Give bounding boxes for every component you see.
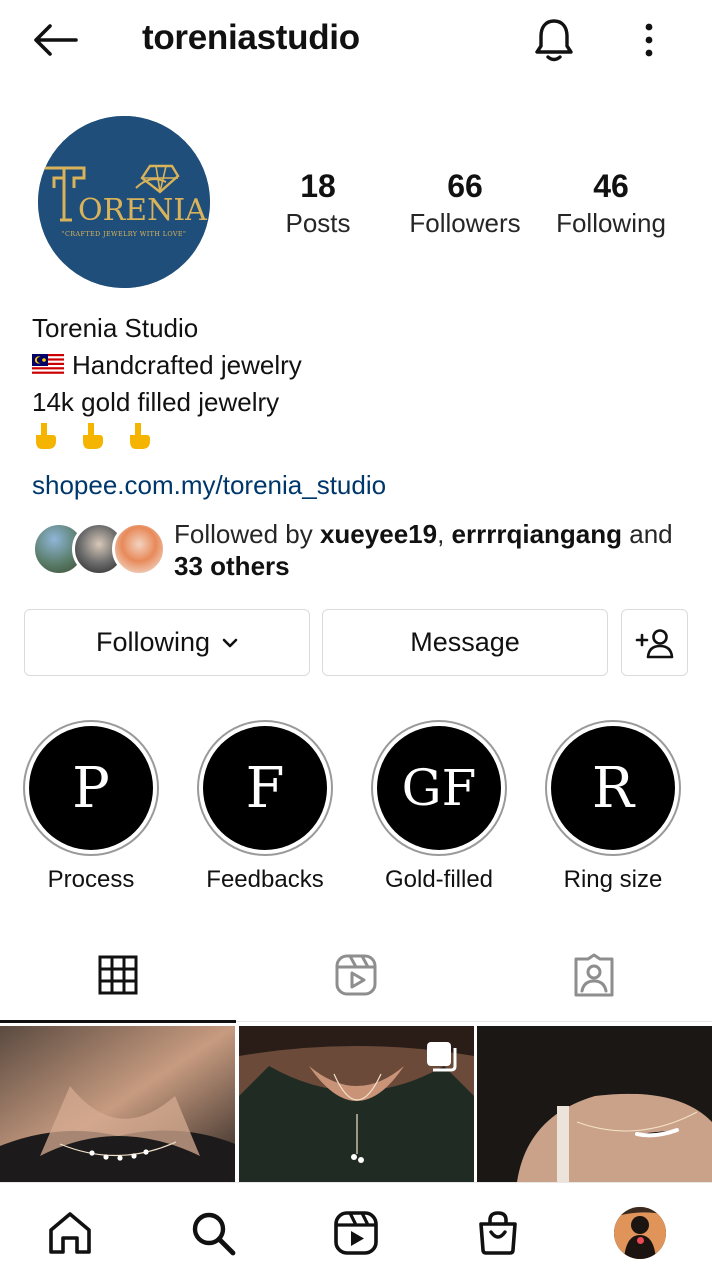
following-button-label: Following	[95, 627, 211, 657]
necklace-photo	[0, 1026, 235, 1182]
followed-by-suffix: and	[622, 519, 673, 549]
nav-search[interactable]	[183, 1203, 243, 1263]
tagged-icon	[574, 953, 614, 997]
highlight-ring: GF	[371, 720, 507, 856]
mutual-user-2[interactable]: errrrqiangang	[452, 519, 623, 549]
story-highlights: P Process F Feedbacks GF Gold-filled R R…	[0, 720, 712, 900]
profile-content-tabs	[0, 928, 712, 1023]
arrow-left-icon	[34, 24, 78, 56]
followers-stat[interactable]: 66 Followers	[390, 166, 540, 240]
profile-username: toreniastudio	[142, 18, 360, 57]
post-thumbnail[interactable]	[0, 1026, 235, 1182]
following-count: 46	[593, 168, 629, 204]
highlight-process[interactable]: P Process	[21, 720, 161, 894]
highlight-label: Gold-filled	[384, 866, 494, 893]
profile-avatar-small	[614, 1207, 666, 1259]
posts-stat[interactable]: 18 Posts	[243, 166, 393, 240]
highlight-label: Ring size	[563, 866, 663, 893]
pointing-down-icon	[36, 423, 56, 449]
bio-line-handcrafted: Handcrafted jewelry	[32, 347, 692, 384]
avatar	[112, 522, 166, 576]
mutual-user-1[interactable]: xueyee19	[320, 519, 437, 549]
followers-label: Followers	[409, 208, 521, 238]
more-vertical-icon	[645, 23, 653, 57]
bio-gold-filled-text: 14k gold filled jewelry	[32, 387, 280, 417]
website-link[interactable]: shopee.com.my/torenia_studio	[32, 465, 692, 505]
notification-dot	[637, 1237, 644, 1244]
mutual-followers[interactable]: Followed by xueyee19, errrrqiangang and …	[32, 518, 692, 588]
shop-icon	[479, 1211, 517, 1255]
highlight-cover: F	[203, 726, 327, 850]
display-name: Torenia Studio	[32, 313, 199, 343]
nav-reels[interactable]	[326, 1203, 386, 1263]
pointing-down-icon	[83, 423, 104, 449]
mutual-others-count[interactable]: 33 others	[174, 551, 290, 581]
highlight-ring: P	[23, 720, 159, 856]
post-thumbnail[interactable]	[477, 1026, 712, 1182]
following-label: Following	[556, 208, 666, 238]
separator: ,	[437, 519, 452, 549]
bio-pointers	[32, 421, 692, 461]
active-tab-indicator	[0, 1020, 236, 1023]
profile-avatar[interactable]: ORENIA "CRAFTED JEWELRY WITH LOVE"	[38, 116, 210, 288]
post-thumbnail[interactable]	[239, 1026, 474, 1182]
message-button[interactable]: Message	[322, 609, 608, 676]
malaysia-flag-icon	[32, 354, 64, 376]
chevron-down-icon	[222, 638, 238, 647]
posts-count: 18	[300, 168, 336, 204]
bottom-navigation	[0, 1182, 712, 1280]
highlight-cover: P	[29, 726, 153, 850]
tab-reels[interactable]	[238, 928, 474, 1022]
highlight-feedbacks[interactable]: F Feedbacks	[195, 720, 335, 894]
more-options-button[interactable]	[630, 16, 668, 64]
mutual-avatars	[32, 522, 166, 578]
suggested-users-button[interactable]	[621, 609, 688, 676]
home-icon	[49, 1212, 91, 1254]
highlight-ring-size[interactable]: R Ring size	[543, 720, 683, 894]
profile-bio: Torenia Studio Handcrafted jewelry 14k g…	[32, 310, 692, 505]
logo-wordmark: ORENIA	[78, 193, 207, 228]
bio-handcrafted-text: Handcrafted jewelry	[72, 350, 302, 380]
profile-stats: 18 Posts 66 Followers 46 Following	[262, 166, 692, 246]
highlight-cover: R	[551, 726, 675, 850]
reels-icon	[335, 954, 377, 996]
tab-posts-grid[interactable]	[0, 928, 236, 1023]
following-button[interactable]: Following	[24, 609, 310, 676]
highlight-gold-filled[interactable]: GF Gold-filled	[369, 720, 509, 894]
bar-necklace-photo	[477, 1026, 712, 1182]
reels-icon	[334, 1211, 378, 1255]
svg-text:"CRAFTED JEWELRY WITH LOVE": "CRAFTED JEWELRY WITH LOVE"	[62, 230, 187, 238]
posts-label: Posts	[285, 208, 351, 238]
search-icon	[192, 1212, 236, 1256]
bell-icon	[535, 19, 573, 62]
top-bar: toreniastudio	[0, 0, 712, 82]
highlight-label: Process	[47, 866, 135, 893]
followers-count: 66	[447, 168, 483, 204]
following-stat[interactable]: 46 Following	[536, 166, 686, 240]
nav-shop[interactable]	[468, 1203, 528, 1263]
posts-grid	[0, 1026, 712, 1182]
nav-profile[interactable]	[610, 1203, 670, 1263]
carousel-icon	[427, 1042, 457, 1072]
followed-by-prefix: Followed by	[174, 519, 320, 549]
nav-home[interactable]	[40, 1203, 100, 1263]
highlight-label: Feedbacks	[206, 866, 324, 893]
add-person-icon	[635, 628, 673, 658]
profile-actions: Following Message	[24, 609, 688, 676]
profile-photo	[614, 1207, 666, 1259]
grid-icon	[98, 955, 138, 995]
tab-tagged[interactable]	[476, 928, 712, 1022]
highlight-cover: GF	[377, 726, 501, 850]
highlight-ring: F	[197, 720, 333, 856]
notifications-button[interactable]	[530, 14, 578, 66]
pointing-down-icon	[130, 423, 151, 449]
followed-by-text: Followed by xueyee19, errrrqiangang and …	[174, 518, 674, 582]
torenia-logo: ORENIA "CRAFTED JEWELRY WITH LOVE"	[38, 116, 210, 288]
message-button-label: Message	[410, 627, 520, 657]
highlight-ring: R	[545, 720, 681, 856]
back-button[interactable]	[28, 18, 82, 62]
